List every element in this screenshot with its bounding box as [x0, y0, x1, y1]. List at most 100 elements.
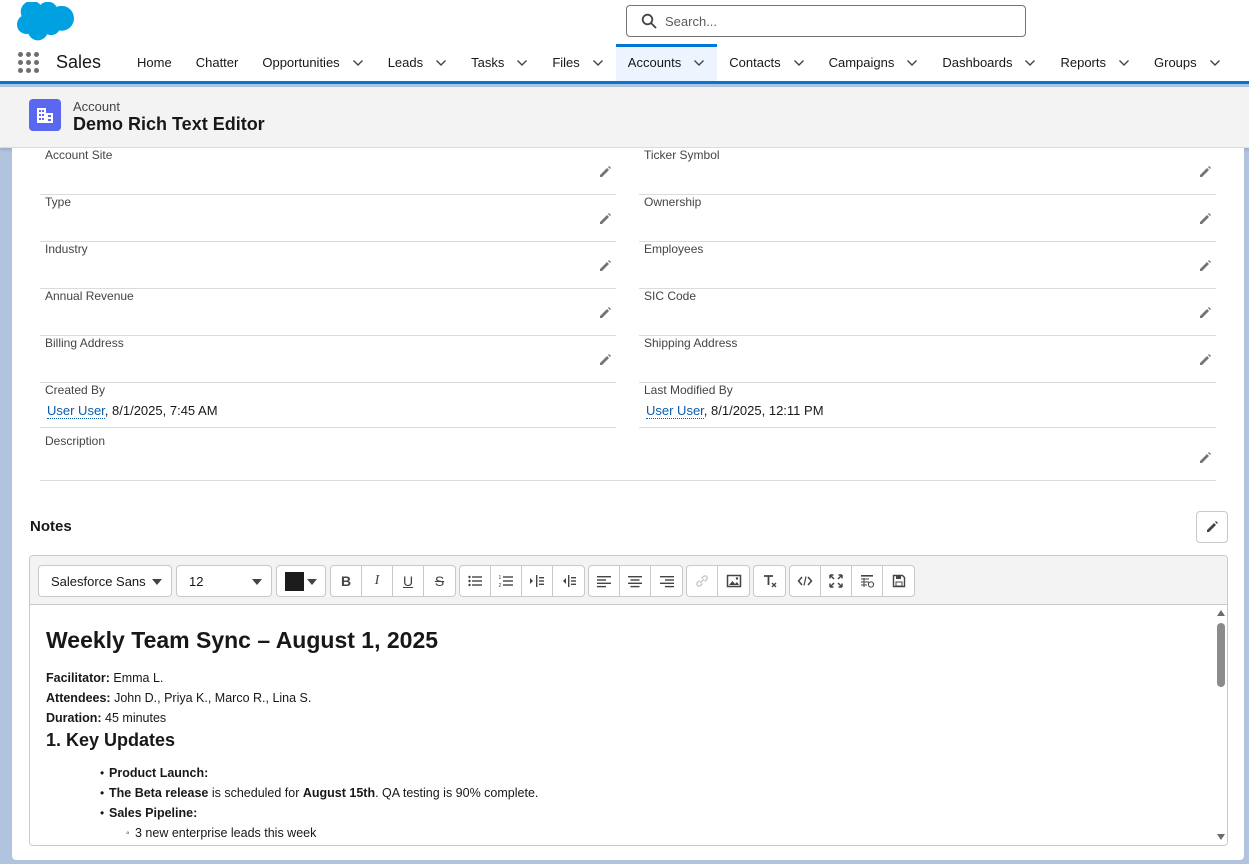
- numbered-list-button[interactable]: 12: [491, 566, 522, 596]
- attendees-line: Attendees: John D., Priya K., Marco R., …: [46, 691, 312, 705]
- pencil-icon[interactable]: [598, 165, 612, 179]
- table-button[interactable]: [852, 566, 883, 596]
- nav-item-campaigns[interactable]: Campaigns: [817, 44, 931, 81]
- indent-icon: [530, 575, 544, 587]
- chevron-down-icon[interactable]: [1118, 57, 1130, 69]
- text-color-select[interactable]: [276, 565, 326, 597]
- clear-formatting-button[interactable]: [754, 566, 785, 596]
- bulleted-list-button[interactable]: [460, 566, 491, 596]
- insert-group: [686, 565, 750, 597]
- pencil-icon[interactable]: [1198, 306, 1212, 320]
- field-label: Industry: [45, 242, 88, 256]
- pencil-icon[interactable]: [598, 353, 612, 367]
- nav-item-dashboards[interactable]: Dashboards: [930, 44, 1048, 81]
- table-icon: [861, 575, 875, 588]
- editor-scrollbar[interactable]: [1214, 605, 1227, 845]
- nav-item-accounts[interactable]: Accounts: [615, 44, 718, 81]
- search-input[interactable]: [665, 13, 1005, 29]
- nav-item-label: Opportunities: [262, 55, 340, 70]
- nav-item-reports[interactable]: Reports: [1048, 44, 1142, 81]
- chevron-down-icon[interactable]: [906, 57, 918, 69]
- scroll-up-icon[interactable]: [1217, 610, 1225, 616]
- nav-item-home[interactable]: Home: [125, 44, 184, 81]
- field-label: Created By: [45, 383, 106, 397]
- nav-item-tasks[interactable]: Tasks: [459, 44, 540, 81]
- chevron-down-icon[interactable]: [592, 57, 604, 69]
- created-date: , 8/1/2025, 7:45 AM: [104, 403, 218, 418]
- save-button[interactable]: [883, 566, 914, 596]
- chevron-down-icon[interactable]: [1209, 57, 1221, 69]
- nav-item-groups[interactable]: Groups: [1142, 44, 1233, 81]
- nav-item-label: Chatter: [195, 55, 239, 70]
- code-view-button[interactable]: [790, 566, 821, 596]
- chevron-down-icon[interactable]: [693, 57, 705, 69]
- field-label: Shipping Address: [644, 336, 738, 350]
- italic-button[interactable]: I: [362, 566, 393, 596]
- strikethrough-button[interactable]: S: [424, 566, 455, 596]
- bold-button[interactable]: B: [331, 566, 362, 596]
- pencil-icon[interactable]: [1198, 165, 1212, 179]
- nav-item-opportunities[interactable]: Opportunities: [250, 44, 375, 81]
- link-button[interactable]: [687, 566, 718, 596]
- salesforce-logo-icon[interactable]: [16, 2, 74, 42]
- format-group: B I U S: [330, 565, 456, 597]
- font-size-value: 12: [189, 573, 204, 589]
- field-label: Annual Revenue: [45, 289, 134, 303]
- modified-by-user-link[interactable]: User User: [646, 403, 704, 419]
- pencil-icon[interactable]: [598, 212, 612, 226]
- chevron-down-icon[interactable]: [1024, 57, 1036, 69]
- font-family-select[interactable]: Salesforce Sans: [38, 565, 172, 597]
- field-label: Billing Address: [45, 336, 124, 350]
- font-size-select[interactable]: 12: [176, 565, 272, 597]
- nav-item-label: Campaigns: [828, 55, 895, 70]
- record-type-label: Account: [73, 99, 120, 114]
- field-label: Ticker Symbol: [644, 148, 720, 162]
- chevron-down-icon[interactable]: [516, 57, 528, 69]
- align-left-icon: [597, 576, 611, 588]
- building-icon: [37, 108, 53, 123]
- underline-icon: U: [402, 573, 414, 589]
- field-label: Last Modified By: [644, 383, 733, 397]
- pencil-icon[interactable]: [1198, 451, 1212, 465]
- image-button[interactable]: [718, 566, 749, 596]
- created-by-user-link[interactable]: User User: [47, 403, 105, 419]
- global-header: [0, 0, 1249, 44]
- nav-item-files[interactable]: Files: [540, 44, 615, 81]
- editor-content[interactable]: Weekly Team Sync – August 1, 2025 Facili…: [30, 605, 1216, 845]
- color-swatch: [285, 571, 304, 591]
- pencil-icon[interactable]: [1198, 353, 1212, 367]
- field-annual-revenue: Annual Revenue: [40, 289, 616, 336]
- align-left-button[interactable]: [589, 566, 620, 596]
- outdent-button[interactable]: [553, 566, 584, 596]
- pencil-icon[interactable]: [1198, 259, 1212, 273]
- caret-down-icon: [252, 579, 262, 585]
- align-center-button[interactable]: [620, 566, 651, 596]
- pencil-icon[interactable]: [1198, 212, 1212, 226]
- global-search[interactable]: [626, 5, 1026, 37]
- pencil-icon[interactable]: [598, 306, 612, 320]
- indent-button[interactable]: [522, 566, 553, 596]
- scroll-thumb[interactable]: [1217, 623, 1225, 687]
- link-icon: [696, 575, 708, 587]
- field-label: Account Site: [45, 148, 113, 162]
- scroll-down-icon[interactable]: [1217, 834, 1225, 840]
- duration-line: Duration: 45 minutes: [46, 711, 167, 725]
- notes-edit-button[interactable]: [1196, 511, 1228, 543]
- nav-item-label: Accounts: [627, 55, 682, 70]
- nav-item-contacts[interactable]: Contacts: [717, 44, 816, 81]
- chevron-down-icon[interactable]: [793, 57, 805, 69]
- nav-item-label: Reports: [1060, 55, 1106, 70]
- align-right-icon: [659, 576, 674, 588]
- notes-title: Notes: [30, 518, 72, 535]
- underline-button[interactable]: U: [393, 566, 424, 596]
- nav-item-chatter[interactable]: Chatter: [184, 44, 251, 81]
- fullscreen-button[interactable]: [821, 566, 852, 596]
- pencil-icon[interactable]: [598, 259, 612, 273]
- align-right-button[interactable]: [651, 566, 682, 596]
- caret-down-icon: [152, 579, 162, 585]
- field-sic-code: SIC Code: [639, 289, 1216, 336]
- nav-item-leads[interactable]: Leads: [376, 44, 459, 81]
- caret-down-icon: [307, 579, 317, 585]
- chevron-down-icon[interactable]: [435, 57, 447, 69]
- chevron-down-icon[interactable]: [352, 57, 364, 69]
